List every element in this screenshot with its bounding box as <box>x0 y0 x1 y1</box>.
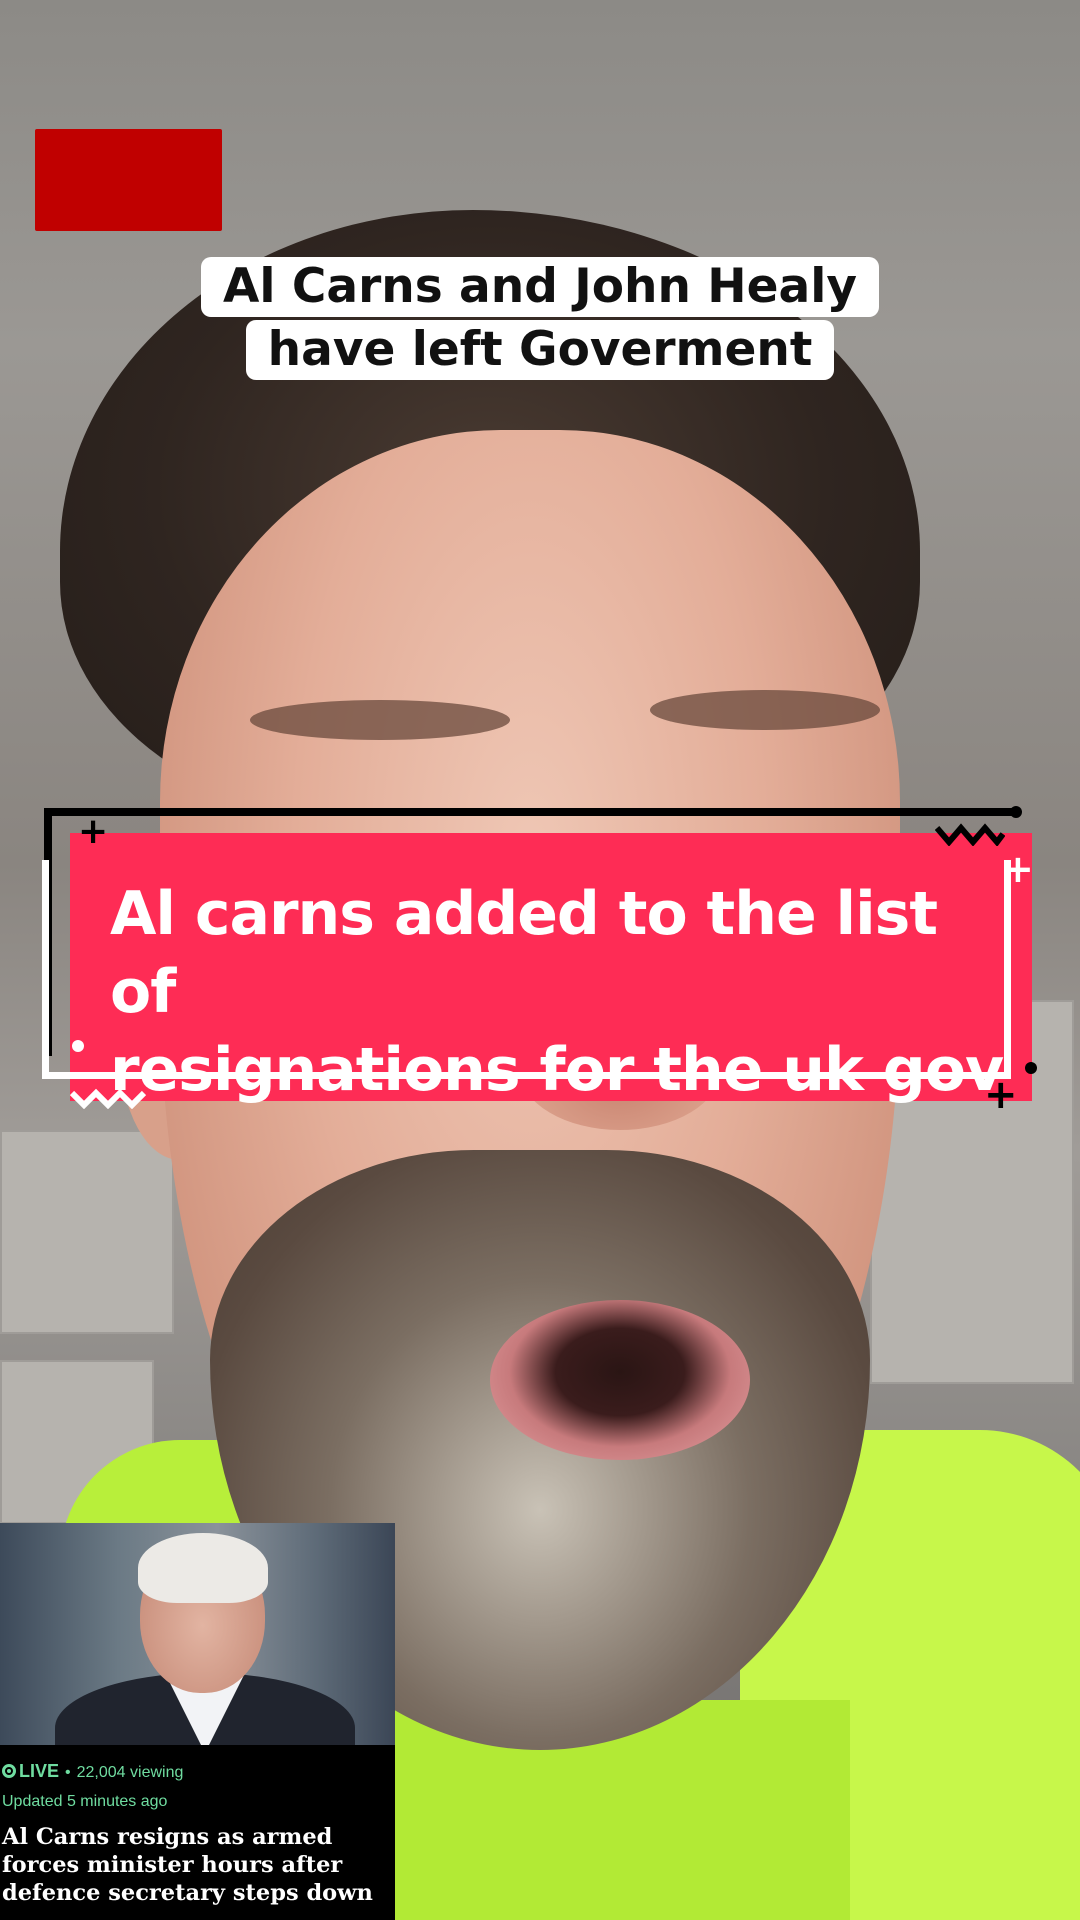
separator: • <box>65 1764 71 1781</box>
live-icon <box>2 1764 16 1778</box>
zigzag-icon <box>935 823 1005 846</box>
plus-icon: + <box>1002 847 1034 891</box>
updated-timestamp: Updated 5 minutes ago <box>2 1793 168 1810</box>
viewer-count: 22,004 viewing <box>76 1764 184 1781</box>
dot-icon <box>1025 1062 1037 1074</box>
channel-logo-box <box>35 129 222 231</box>
caption-text: have left Goverment <box>245 320 835 380</box>
banner-line-1: Al carns added to the list of <box>110 879 938 1027</box>
caption-line-2: have left Goverment <box>0 320 1080 380</box>
headline-line-3: defence secretary steps down <box>2 1880 373 1906</box>
caption-text: Al Carns and John Healy <box>201 257 879 317</box>
headline-line-2: forces minister hours after <box>2 1852 343 1878</box>
eyebrow <box>250 700 510 740</box>
news-photo <box>0 1523 395 1745</box>
plus-icon: + <box>78 811 109 852</box>
caption-line-1: Al Carns and John Healy <box>0 257 1080 317</box>
eyebrow <box>650 690 880 730</box>
kitchen-cabinet <box>0 1130 174 1334</box>
news-headline[interactable]: Al Carns resigns as armed forces ministe… <box>2 1823 392 1907</box>
plus-icon: + <box>984 1072 1018 1118</box>
headline-banner: Al carns added to the list of resignatio… <box>40 800 1040 1120</box>
news-live-row: LIVE • 22,004 viewing <box>2 1761 183 1782</box>
zigzag-icon <box>70 1088 147 1109</box>
headline-line-1: Al Carns resigns as armed <box>2 1824 333 1850</box>
banner-line-2: resignations for the uk gov <box>110 1035 1004 1105</box>
live-label: LIVE <box>19 1761 60 1781</box>
mouth <box>490 1300 750 1460</box>
banner-text: Al carns added to the list of resignatio… <box>110 875 1010 1109</box>
news-preview-card[interactable]: LIVE • 22,004 viewing Updated 5 minutes ag… <box>0 1523 395 1920</box>
dot-icon <box>1010 806 1022 818</box>
dot-icon <box>72 1040 84 1052</box>
news-photo-hair <box>138 1533 268 1603</box>
